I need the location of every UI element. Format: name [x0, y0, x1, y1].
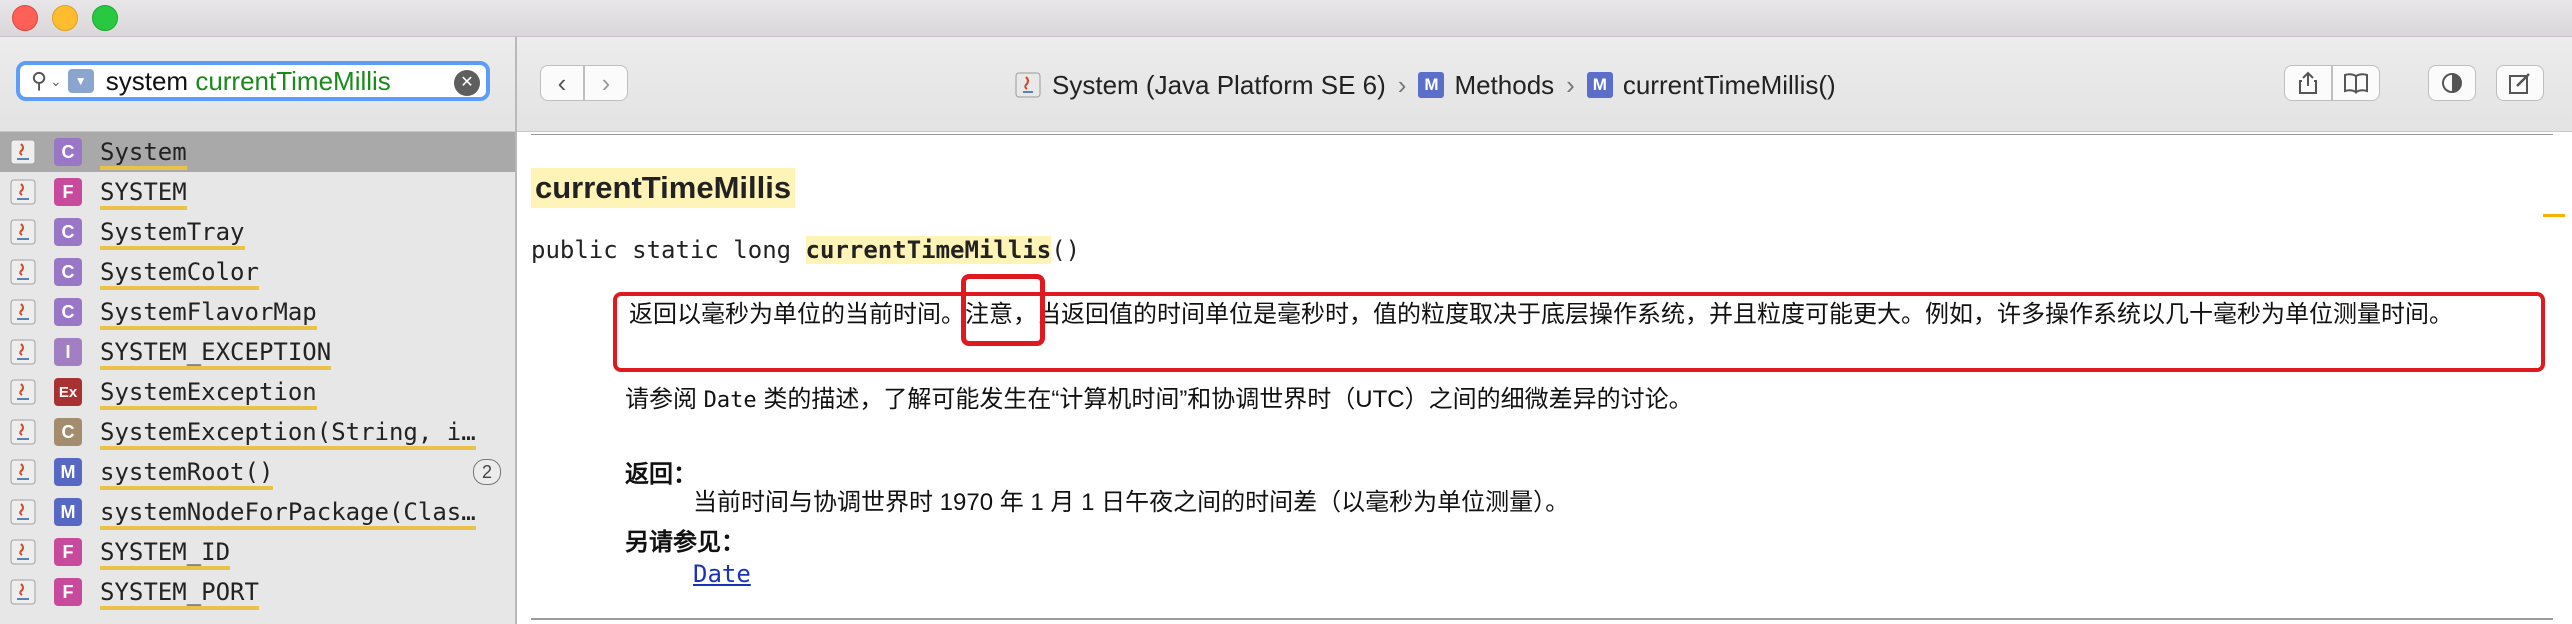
title-bar — [0, 0, 2572, 37]
symbol-kind-icon: C — [54, 258, 82, 286]
appearance-button[interactable] — [2428, 65, 2476, 101]
sidebar-item-label: SystemException — [100, 378, 317, 410]
java-docset-icon — [10, 139, 36, 165]
method-badge-icon: M — [1586, 72, 1613, 98]
see-also-label: 另请参见： — [625, 529, 745, 556]
symbol-kind-icon: I — [54, 338, 82, 366]
overload-count-badge[interactable]: 2 — [472, 459, 501, 485]
contrast-icon — [2442, 73, 2462, 93]
java-docset-icon — [10, 379, 36, 405]
sidebar-item-label: SystemTray — [100, 218, 245, 250]
java-docset-icon — [10, 219, 36, 245]
close-window-button[interactable] — [12, 5, 38, 31]
sidebar-item-label: SystemFlavorMap — [100, 298, 317, 330]
edit-icon — [2509, 73, 2530, 94]
sidebar-item-label: SYSTEM_PORT — [100, 578, 259, 610]
returns-label: 返回： — [625, 461, 697, 488]
sidebar-item-label: SYSTEM_EXCEPTION — [100, 338, 332, 370]
sidebar-result-item[interactable]: MsystemNodeForPackage(Clas… — [0, 492, 515, 532]
symbol-kind-icon: C — [54, 298, 82, 326]
java-docset-icon — [10, 459, 36, 485]
sidebar-item-label: systemNodeForPackage(Clas… — [100, 498, 476, 530]
java-docset-icon — [10, 499, 36, 525]
symbol-kind-icon: F — [54, 178, 82, 206]
book-icon — [2344, 73, 2368, 94]
java-docset-icon — [10, 539, 36, 565]
symbol-kind-icon: C — [54, 418, 82, 446]
search-field[interactable]: ⚲ ⌄ ▼ system currentTimeMillis ✕ — [16, 61, 490, 101]
see-also-date-link[interactable]: Date — [693, 560, 751, 588]
search-input[interactable]: system currentTimeMillis — [106, 66, 391, 97]
sidebar-result-item[interactable]: F SYSTEM_ID — [0, 532, 515, 572]
method-signature: public static long currentTimeMillis() — [531, 236, 1081, 264]
minimize-window-button[interactable] — [52, 5, 78, 31]
java-docset-icon — [10, 299, 36, 325]
results-sidebar: C System F SYSTEM C SystemTray C SystemColor C Sy… — [0, 132, 515, 624]
clear-search-button[interactable]: ✕ — [454, 70, 480, 96]
sidebar-item-label: SYSTEM — [100, 178, 187, 210]
java-docset-icon — [1015, 72, 1041, 98]
breadcrumb: System (Java Platform SE 6) › M Methods … — [1014, 67, 1836, 103]
sidebar-result-item[interactable]: F SYSTEM — [0, 172, 515, 212]
back-button[interactable]: ‹ — [540, 65, 584, 101]
sidebar-item-label: System — [100, 138, 187, 170]
share-button[interactable] — [2284, 65, 2332, 101]
sidebar-result-item[interactable]: MsystemRoot() 2 — [0, 452, 515, 492]
sidebar-item-label: systemRoot() — [100, 458, 274, 490]
docset-selector-icon[interactable]: ▼ — [67, 69, 94, 93]
share-icon — [2299, 71, 2317, 94]
symbol-kind-icon: M — [54, 498, 82, 526]
breadcrumb-methods[interactable]: Methods — [1454, 70, 1554, 101]
sidebar-result-item[interactable]: C SystemFlavorMap — [0, 292, 515, 332]
sidebar-item-label: SystemColor — [100, 258, 259, 290]
chevron-down-icon[interactable]: ⌄ — [50, 73, 62, 90]
note-highlight-box — [961, 274, 1045, 346]
zoom-window-button[interactable] — [92, 5, 118, 31]
sidebar-result-item[interactable]: Ex SystemException — [0, 372, 515, 412]
toolbar: ⚲ ⌄ ▼ system currentTimeMillis ✕ ‹ › Sys… — [0, 37, 2572, 132]
documentation-content: currentTimeMillis public static long cur… — [517, 132, 2572, 624]
java-docset-icon — [10, 259, 36, 285]
java-docset-icon — [10, 579, 36, 605]
see-description: 请参阅 Date 类的描述，了解可能发生在“计算机时间”和协调世界时（UTC）之… — [625, 386, 1693, 413]
sidebar-result-item[interactable]: C SystemException(String, i… — [0, 412, 515, 452]
forward-button[interactable]: › — [584, 65, 628, 101]
java-docset-icon — [10, 419, 36, 445]
symbol-kind-icon: C — [54, 218, 82, 246]
sidebar-result-item[interactable]: I SYSTEM_EXCEPTION — [0, 332, 515, 372]
chevron-right-icon: › — [1566, 69, 1575, 100]
sidebar-item-label: SYSTEM_ID — [100, 538, 231, 570]
divider — [531, 618, 2553, 620]
java-docset-icon — [10, 179, 36, 205]
bookmarks-button[interactable] — [2332, 65, 2380, 101]
sidebar-result-item[interactable]: C SystemColor — [0, 252, 515, 292]
returns-text: 当前时间与协调世界时 1970 年 1 月 1 日午夜之间的时间差（以毫秒为单位… — [693, 489, 1570, 516]
symbol-kind-icon: F — [54, 578, 82, 606]
sidebar-result-item[interactable]: F SYSTEM_PORT — [0, 572, 515, 612]
breadcrumb-class[interactable]: System (Java Platform SE 6) — [1052, 70, 1386, 101]
sidebar-result-item[interactable]: C System — [0, 132, 515, 172]
symbol-kind-icon: F — [54, 538, 82, 566]
sidebar-result-item[interactable]: C SystemTray — [0, 212, 515, 252]
sidebar-item-label: SystemException(String, i… — [100, 418, 476, 450]
java-docset-icon — [10, 339, 36, 365]
scroll-marker — [2543, 214, 2565, 217]
annotate-button[interactable] — [2496, 65, 2544, 101]
symbol-kind-icon: Ex — [54, 378, 82, 406]
symbol-kind-icon: C — [54, 138, 82, 166]
method-description: 返回以毫秒为单位的当前时间。注意，当返回值的时间单位是毫秒时，值的粒度取决于底层… — [613, 292, 2545, 372]
chevron-right-icon: › — [1397, 69, 1407, 100]
symbol-kind-icon: M — [54, 458, 82, 486]
breadcrumb-method[interactable]: currentTimeMillis() — [1623, 70, 1836, 101]
method-heading: currentTimeMillis — [531, 168, 796, 208]
method-badge-icon: M — [1418, 72, 1445, 98]
divider — [531, 134, 2553, 135]
